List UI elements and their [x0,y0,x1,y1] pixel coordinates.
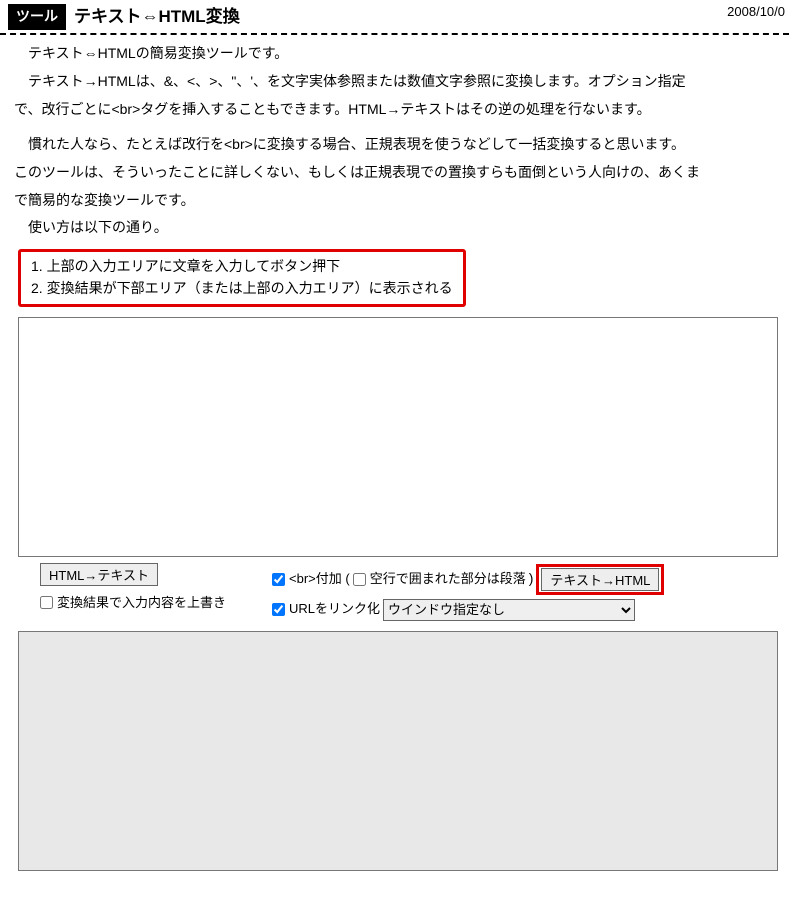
blank-para-checkbox-label[interactable]: 空行で囲まれた部分は段落 [353,569,526,589]
page-title: テキスト⇔HTML変換 [74,4,240,30]
step-1: 1. 上部の入力エリアに文章を入力してボタン押下 [31,256,453,278]
category-badge: ツール [8,4,66,30]
linkify-checkbox[interactable] [272,603,285,616]
overwrite-checkbox-label[interactable]: 変換結果で入力内容を上書き [40,593,226,613]
overwrite-checkbox[interactable] [40,596,53,609]
intro-p2a: テキスト→HTMLは、&、<、>、"、'、を文字実体参照または数値文字参照に変換… [0,71,789,93]
step-2: 2. 変換結果が下部エリア（または上部の入力エリア）に表示される [31,278,453,300]
intro-p2b: で、改行ごとに<br>タグを挿入することもできます。HTML→テキストはその逆の… [0,99,789,121]
input-textarea[interactable] [18,317,778,557]
intro-p3b: このツールは、そういったことに詳しくない、もしくは正規表現での置換すらも面倒とい… [0,162,789,184]
controls: HTML→テキスト 変換結果で入力内容を上書き <br>付加 ( 空行で囲まれた… [18,563,779,625]
intro-p4: 使い方は以下の通り。 [0,217,789,239]
br-checkbox-label[interactable]: <br>付加 ( [272,569,350,589]
steps-box: 1. 上部の入力エリアに文章を入力してボタン押下 2. 変換結果が下部エリア（ま… [18,249,466,306]
window-select[interactable]: ウインドウ指定なし [383,599,635,621]
intro-p1: テキスト⇔HTMLの簡易変換ツールです。 [0,43,789,65]
content: テキスト⇔HTMLの簡易変換ツールです。 テキスト→HTMLは、&、<、>、"、… [0,35,789,870]
header-date: 2008/10/0 [727,2,785,22]
linkify-label-text: URLをリンク化 [289,599,380,619]
html-to-text-button[interactable]: HTML→テキスト [40,563,158,586]
output-area [18,631,778,871]
header: ツール テキスト⇔HTML変換 2008/10/0 [0,0,789,35]
linkify-checkbox-label[interactable]: URLをリンク化 [272,599,380,619]
text-to-html-highlight: テキスト→HTML [536,564,664,595]
br-label-text: <br>付加 ( [289,569,350,589]
close-paren: ) [529,568,534,590]
intro-p3c: で簡易的な変換ツールです。 [0,190,789,212]
intro-p3a: 慣れた人なら、たとえば改行を<br>に変換する場合、正規表現を使うなどして一括変… [0,134,789,156]
text-to-html-button[interactable]: テキスト→HTML [541,568,659,591]
overwrite-label-text: 変換結果で入力内容を上書き [57,593,226,613]
blank-para-checkbox[interactable] [353,573,366,586]
tool-area: HTML→テキスト 変換結果で入力内容を上書き <br>付加 ( 空行で囲まれた… [18,317,779,871]
br-checkbox[interactable] [272,573,285,586]
blank-para-label-text: 空行で囲まれた部分は段落 [370,569,526,589]
